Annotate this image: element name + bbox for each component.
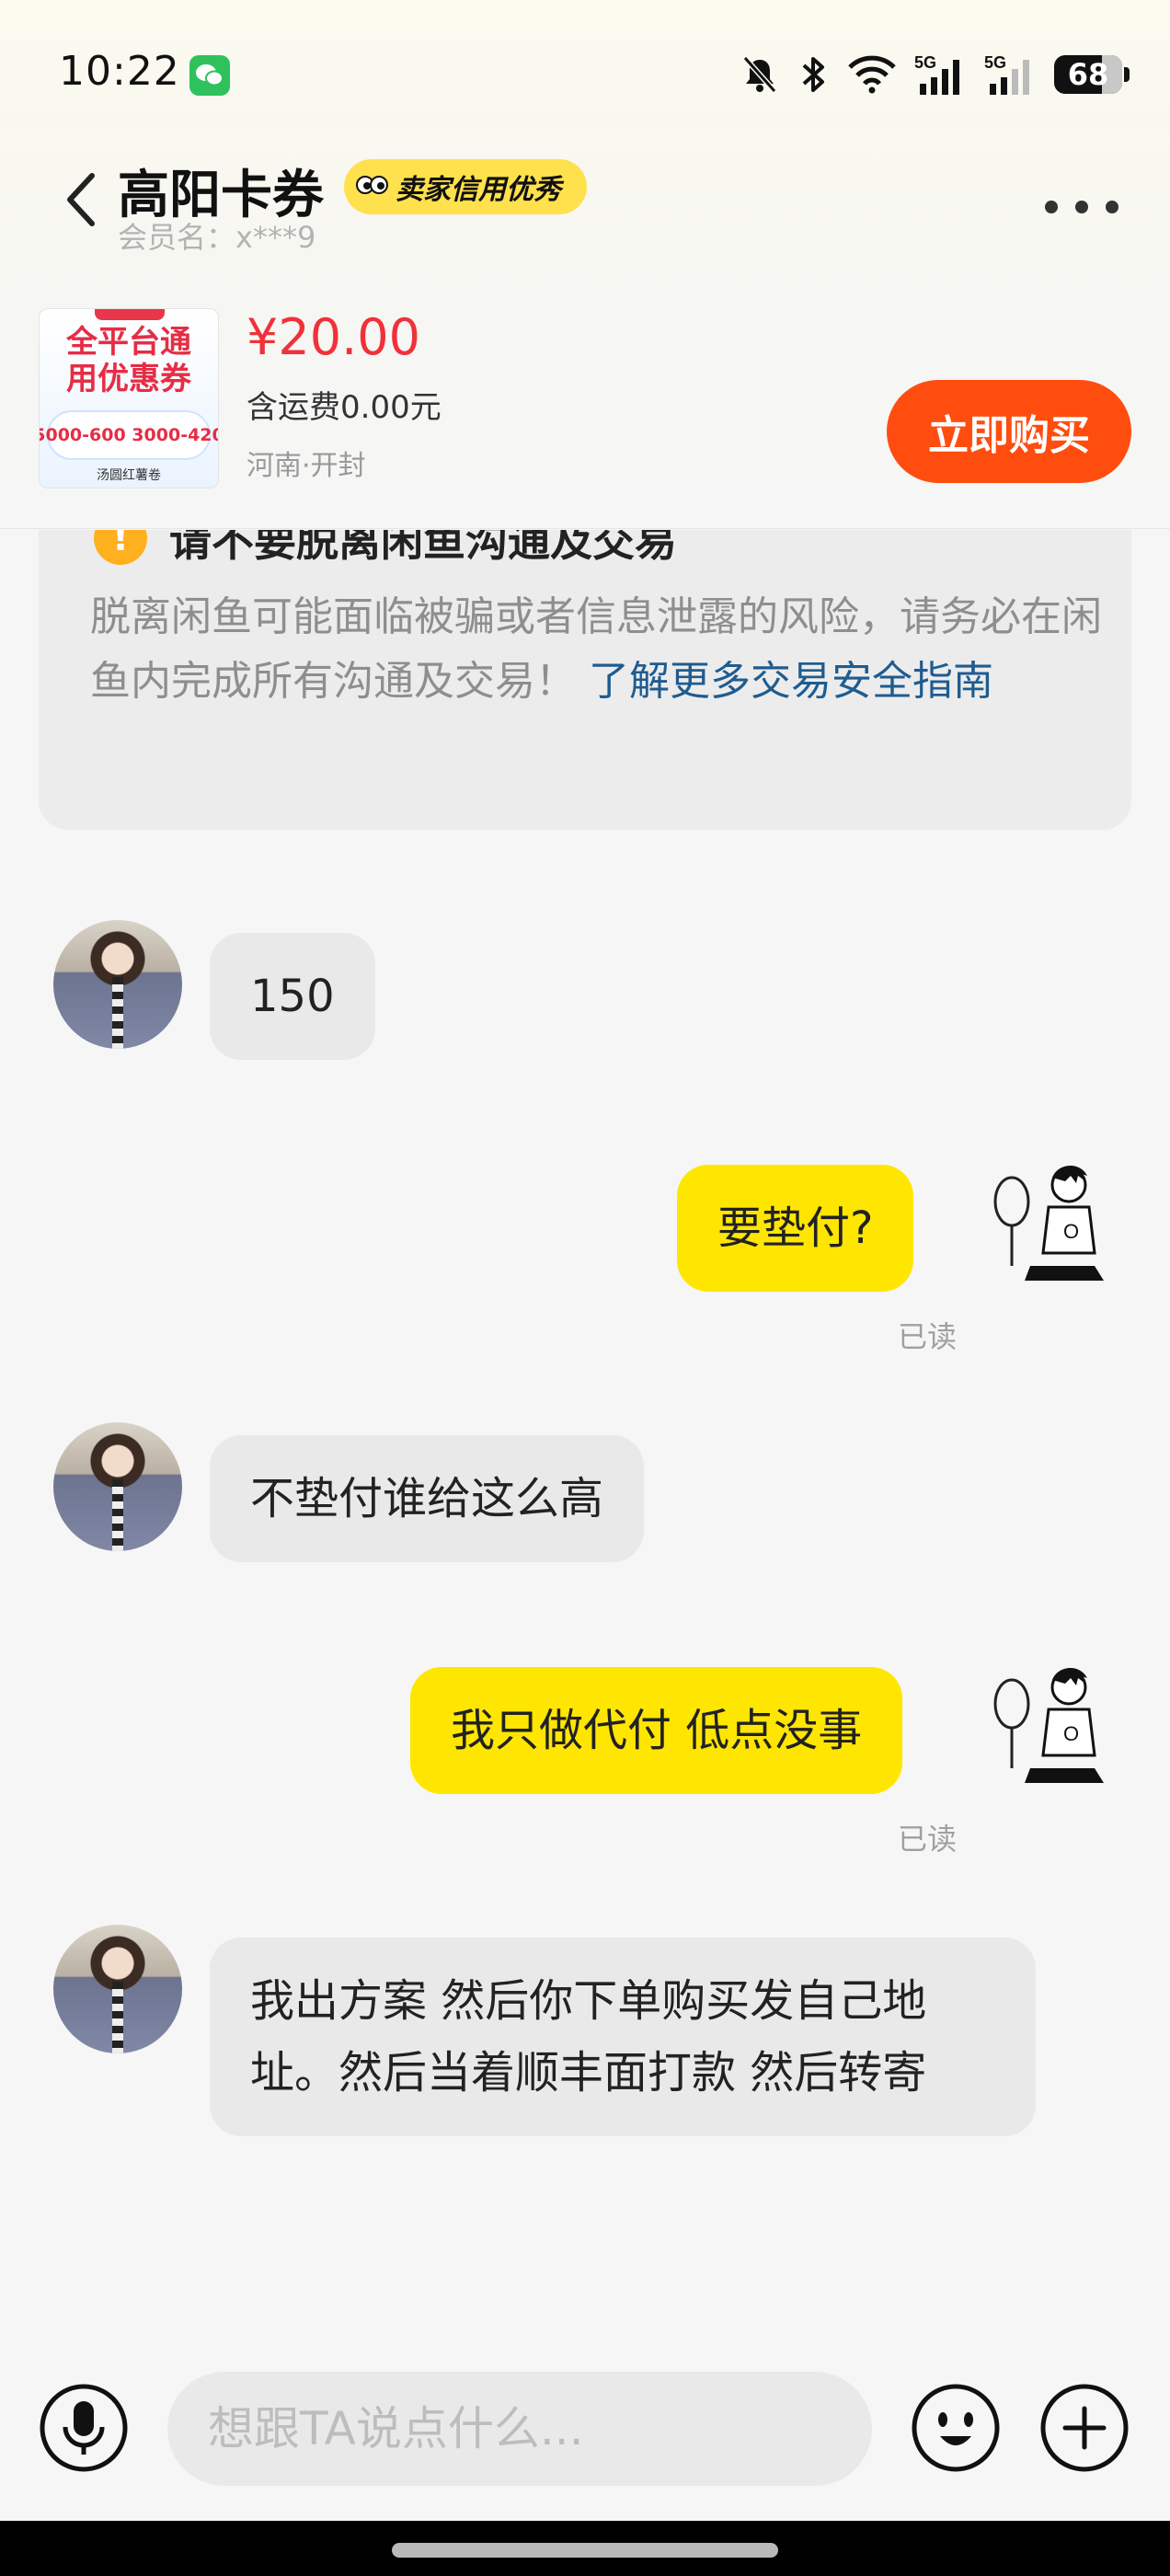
mascot-eyes-icon <box>356 176 388 194</box>
svg-text:O: O <box>1063 1220 1079 1243</box>
buy-now-button[interactable]: 立即购买 <box>887 380 1131 483</box>
safety-warning-card: ! 请不要脱离闲鱼沟通及交易 脱离闲鱼可能面临被骗或者信息泄露的风险，请务必在闲… <box>39 530 1131 830</box>
warning-title: 请不要脱离闲鱼沟通及交易 <box>169 530 677 566</box>
thumbnail-footer: 汤圆红薯卷 <box>97 468 161 483</box>
battery-level: 68 <box>1067 57 1109 92</box>
more-options-button[interactable] <box>1045 189 1118 225</box>
user-avatar[interactable]: O <box>988 1156 1107 1294</box>
wechat-notification-icon <box>189 55 230 96</box>
warning-body: 脱离闲鱼可能面临被骗或者信息泄露的风险，请务必在闲鱼内完成所有沟通及交易！ 了解… <box>90 585 1102 714</box>
status-time: 10:22 <box>59 48 180 95</box>
message-bubble-outgoing[interactable]: 我只做代付 低点没事 <box>410 1667 903 1794</box>
home-indicator[interactable] <box>392 2543 778 2558</box>
emoji-button[interactable] <box>911 2383 1001 2473</box>
voice-button[interactable] <box>39 2383 129 2473</box>
chat-input-bar <box>0 2337 1170 2521</box>
seller-avatar[interactable] <box>53 1925 182 2053</box>
seller-credit-badge[interactable]: 卖家信用优秀 <box>344 159 587 214</box>
message-input[interactable] <box>167 2372 872 2486</box>
wifi-icon <box>848 55 896 94</box>
product-thumbnail[interactable]: 全平台通 用优惠券 5000-600 3000-420 汤圆红薯卷 <box>39 308 219 489</box>
svg-text:5G: 5G <box>984 53 1006 72</box>
member-name: 会员名：x***9 <box>118 220 316 255</box>
mute-bell-icon <box>742 56 777 93</box>
read-status: 已读 <box>898 1822 958 1857</box>
seller-avatar[interactable] <box>53 1422 182 1551</box>
read-status: 已读 <box>898 1319 958 1354</box>
user-avatar[interactable]: O <box>988 1658 1107 1796</box>
signal-5g-icon: 5G <box>914 53 959 95</box>
message-bubble-incoming[interactable]: 我出方案 然后你下单购买发自己地址。然后当着顺丰面打款 然后转寄 <box>210 1938 1036 2136</box>
more-dots-icon <box>1045 201 1058 213</box>
status-bar: 10:22 5G 5G 68 <box>0 0 1170 152</box>
add-button[interactable] <box>1039 2383 1130 2473</box>
shipping-info: 含运费0.00元 <box>247 389 442 426</box>
status-icons: 5G 5G 68 <box>740 50 1130 99</box>
message-bubble-incoming[interactable]: 150 <box>210 933 375 1060</box>
svg-text:O: O <box>1063 1722 1079 1745</box>
safety-guide-link[interactable]: 了解更多交易安全指南 <box>589 658 993 705</box>
plus-circle-icon <box>1040 2384 1129 2472</box>
thumbnail-tiers: 5000-600 3000-420 <box>40 412 218 458</box>
warning-icon: ! <box>94 530 147 565</box>
system-nav-bar <box>0 2521 1170 2576</box>
thumbnail-title: 全平台通 用优惠券 <box>66 324 191 397</box>
microphone-icon <box>40 2384 128 2472</box>
product-price: ¥20.00 <box>247 308 420 366</box>
signal-5g-secondary-icon: 5G <box>984 53 1029 95</box>
product-location: 河南·开封 <box>247 450 366 482</box>
chat-header: 高阳卡券 卖家信用优秀 会员名：x***9 <box>0 152 1170 299</box>
product-card[interactable]: 全平台通 用优惠券 5000-600 3000-420 汤圆红薯卷 ¥20.00… <box>0 299 1170 529</box>
message-bubble-outgoing[interactable]: 要垫付? <box>677 1165 914 1292</box>
back-button[interactable] <box>53 163 109 236</box>
emoji-icon <box>912 2384 1000 2472</box>
chevron-left-icon <box>67 173 95 226</box>
battery-icon: 68 <box>1054 55 1130 94</box>
credit-badge-label: 卖家信用优秀 <box>396 174 561 206</box>
bluetooth-icon <box>802 57 824 92</box>
svg-text:5G: 5G <box>914 53 936 72</box>
message-bubble-incoming[interactable]: 不垫付谁给这么高 <box>210 1435 645 1562</box>
seller-avatar[interactable] <box>53 920 182 1049</box>
